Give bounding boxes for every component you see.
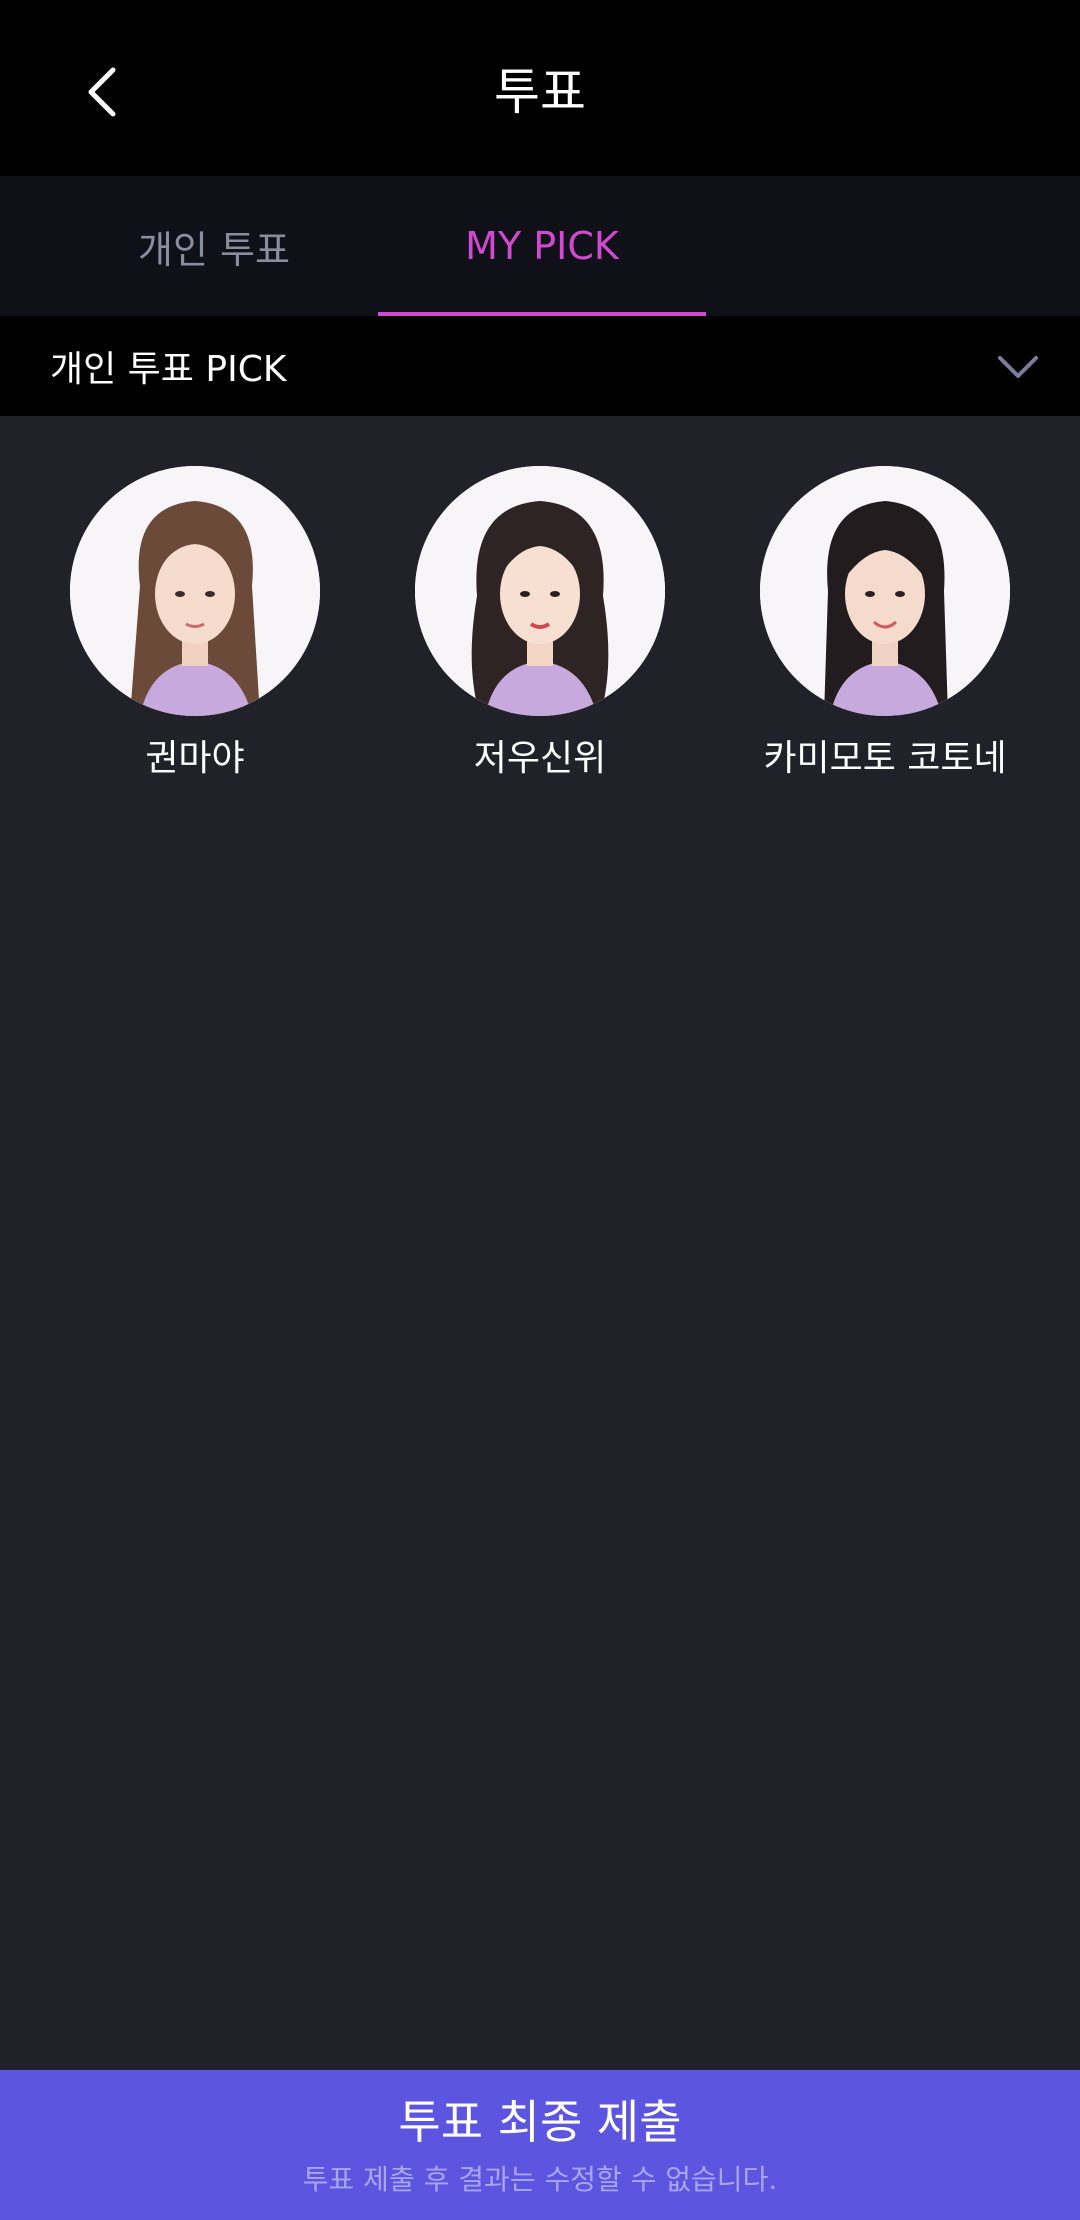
pick-name: 저우신위: [473, 738, 607, 779]
tab-bar: 개인 투표 MY PICK: [0, 176, 1080, 316]
pick-item[interactable]: 저우신위: [375, 466, 705, 784]
final-submit-button[interactable]: 투표 최종 제출 투표 제출 후 결과는 수정할 수 없습니다.: [0, 2070, 1080, 2220]
dropdown-label: 개인 투표 PICK: [50, 349, 287, 390]
page-title: 투표: [494, 63, 586, 121]
pick-name: 권마야: [145, 738, 245, 779]
pick-item[interactable]: 권마야: [30, 466, 360, 784]
avatar: [70, 466, 320, 716]
tab-personal-vote[interactable]: 개인 투표: [50, 176, 378, 316]
avatar: [760, 466, 1010, 716]
avatar: [415, 466, 665, 716]
top-bar: 투표: [0, 0, 1080, 176]
chevron-down-icon: [998, 356, 1038, 378]
submit-title: 투표 최종 제출: [398, 2095, 682, 2149]
pick-item[interactable]: 카미모토 코토네: [720, 466, 1050, 784]
tab-my-pick[interactable]: MY PICK: [378, 176, 706, 316]
submit-note: 투표 제출 후 결과는 수정할 수 없습니다.: [302, 2163, 778, 2196]
pick-category-dropdown[interactable]: 개인 투표 PICK: [0, 316, 1080, 416]
pick-name: 카미모토 코토네: [763, 738, 1007, 779]
